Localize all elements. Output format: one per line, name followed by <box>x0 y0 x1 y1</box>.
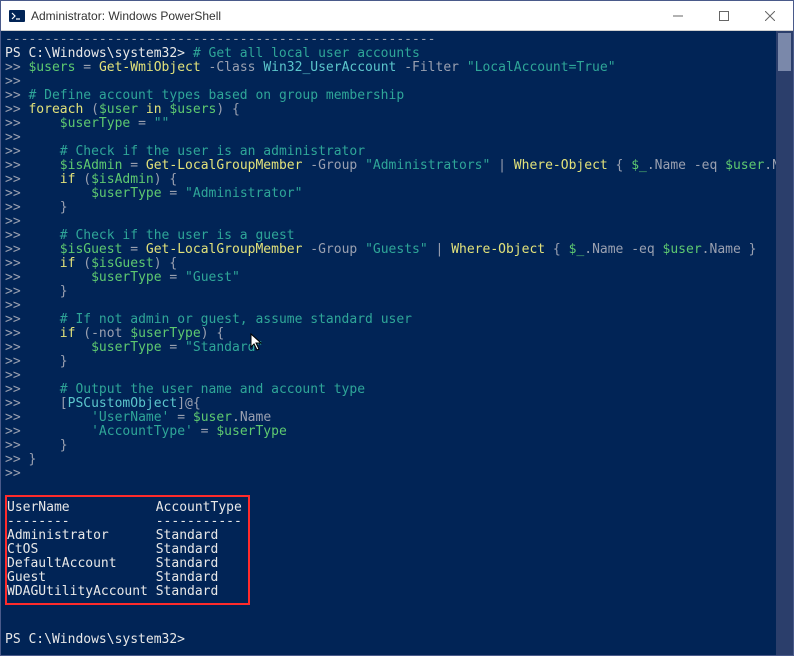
powershell-window: Administrator: Windows PowerShell ------… <box>0 0 794 656</box>
titlebar[interactable]: Administrator: Windows PowerShell <box>1 1 793 31</box>
table-row: Guest <box>7 570 46 585</box>
table-row: DefaultAccount <box>7 556 117 571</box>
scrollbar[interactable] <box>776 31 793 655</box>
table-header-user: UserName <box>7 500 70 515</box>
table-row: CtOS <box>7 542 38 557</box>
prompt: PS C:\Windows\system32> <box>5 46 185 61</box>
window-title: Administrator: Windows PowerShell <box>31 9 655 23</box>
table-row: WDAGUtilityAccount <box>7 584 148 599</box>
table-row: Administrator <box>7 528 109 543</box>
terminal-area[interactable]: ----------------------------------------… <box>1 31 793 655</box>
output-highlight-box: UserName AccountType -------- ----------… <box>5 495 250 605</box>
close-button[interactable] <box>747 1 793 30</box>
table-header-type: AccountType <box>156 500 242 515</box>
terminal-content: ----------------------------------------… <box>1 31 793 649</box>
powershell-icon <box>9 8 25 24</box>
prompt: PS C:\Windows\system32> <box>5 632 185 647</box>
window-buttons <box>655 1 793 30</box>
minimize-button[interactable] <box>655 1 701 30</box>
maximize-button[interactable] <box>701 1 747 30</box>
scrollbar-thumb[interactable] <box>778 33 791 71</box>
